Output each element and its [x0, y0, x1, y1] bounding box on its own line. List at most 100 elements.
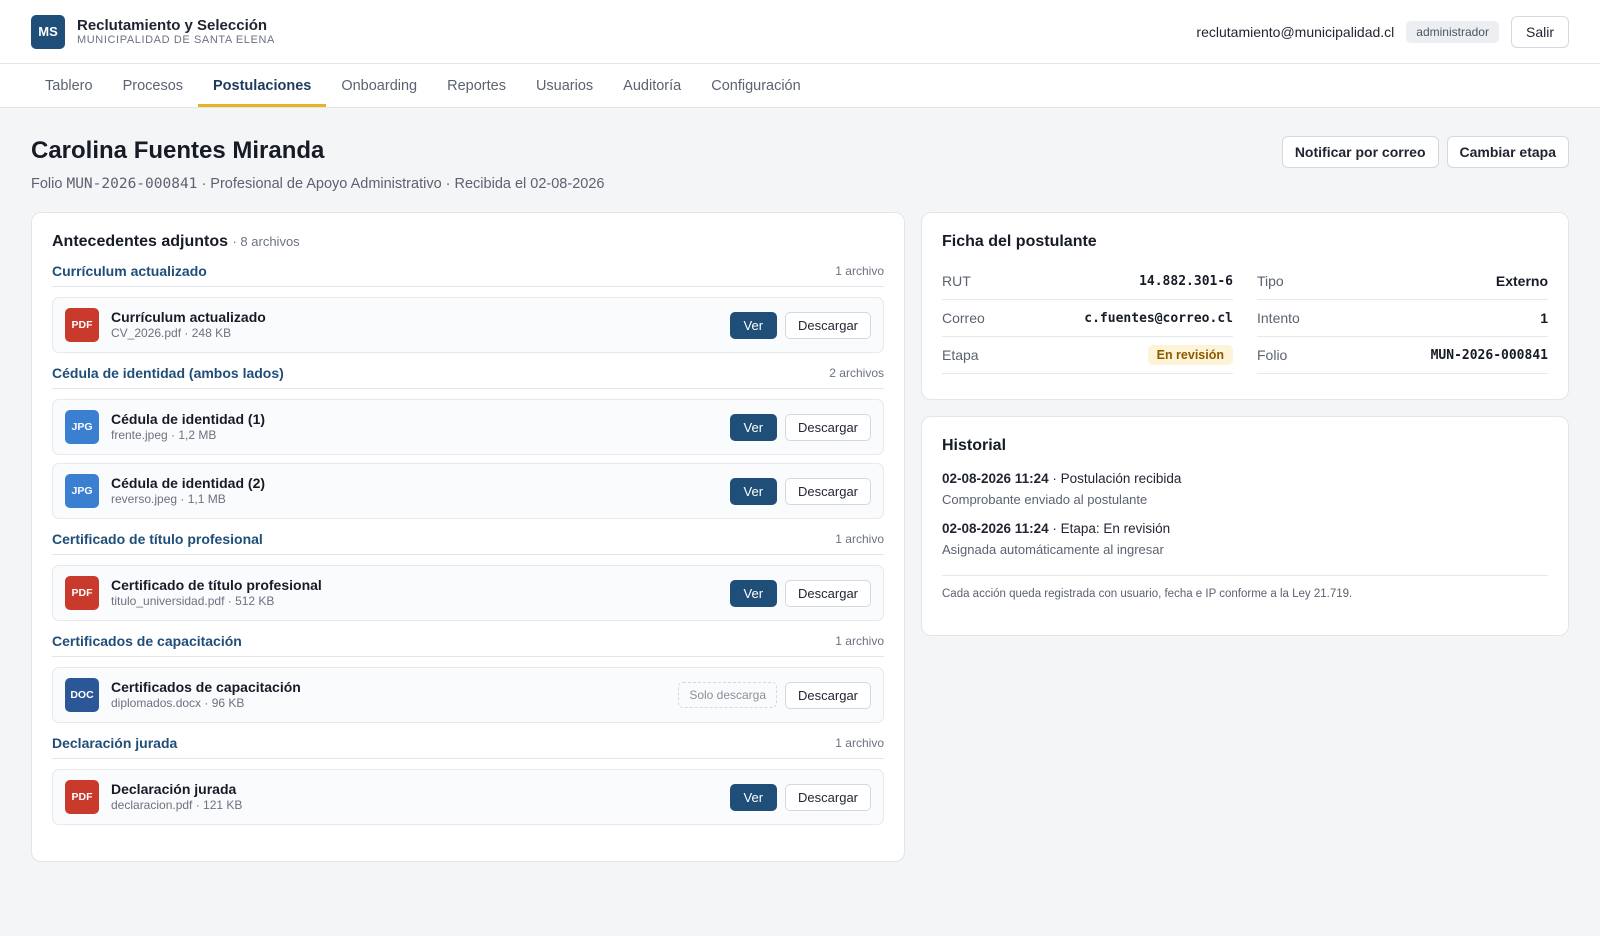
- page-meta: Folio MUN-2026-000841 · Profesional de A…: [31, 176, 604, 192]
- history-item: 02-08-2026 11:24 · Postulación recibida C…: [942, 471, 1548, 507]
- history-title: Historial: [942, 437, 1007, 454]
- history-note: Comprobante enviado al postulante: [942, 492, 1148, 507]
- file-row: PDF Declaración jurada declaracion.pdf · 1…: [52, 769, 884, 825]
- app-subtitle: MUNICIPALIDAD DE SANTA ELENA: [77, 33, 275, 46]
- group-name: Certificados de capacitación: [52, 633, 242, 649]
- folio-row-value: MUN-2026-000841: [1430, 347, 1548, 363]
- file-name: Certificado de título profesional: [111, 577, 322, 593]
- nav-tab-onboarding[interactable]: Onboarding: [326, 67, 432, 107]
- file-actions: Ver Descargar: [729, 477, 871, 505]
- file-name: Certificados de capacitación: [111, 679, 301, 695]
- attachment-group-header: Declaración jurada 1 archivo: [52, 735, 884, 759]
- view-file-button[interactable]: Ver: [729, 579, 778, 607]
- notify-email-button[interactable]: Notificar por correo: [1281, 136, 1439, 168]
- view-file-button[interactable]: Ver: [729, 311, 778, 339]
- doc-file-icon: DOC: [65, 678, 99, 712]
- history-item: 02-08-2026 11:24 · Etapa: En revisión Asi…: [942, 521, 1548, 557]
- file-details: frente.jpeg · 1,2 MB: [111, 428, 217, 442]
- attachment-group-header: Certificados de capacitación 1 archivo: [52, 633, 884, 657]
- rut-value: 14.882.301-6: [1139, 273, 1233, 289]
- file-name: Cédula de identidad (1): [111, 411, 266, 427]
- file-details: declaracion.pdf · 121 KB: [111, 798, 243, 812]
- attempt-label: Intento: [1257, 310, 1300, 326]
- file-row: JPG Cédula de identidad (1) frente.jpeg · …: [52, 399, 884, 455]
- file-details: reverso.jpeg · 1,1 MB: [111, 492, 226, 506]
- file-row: PDF Certificado de título profesional titu…: [52, 565, 884, 621]
- top-bar: MS Reclutamiento y Selección MUNICIPALID…: [0, 0, 1600, 64]
- main-nav: Tablero Procesos Postulaciones Onboarding Re…: [0, 64, 1600, 108]
- file-details: diplomados.docx · 96 KB: [111, 696, 245, 710]
- group-name: Cédula de identidad (ambos lados): [52, 365, 284, 381]
- page-actions: Notificar por correo Cambiar etapa: [1281, 136, 1569, 168]
- stage-badge: En revisión: [1147, 345, 1233, 365]
- attachment-group-header: Currículum actualizado 1 archivo: [52, 263, 884, 287]
- nav-tab-auditoria[interactable]: Auditoría: [608, 67, 696, 107]
- file-details: titulo_universidad.pdf · 512 KB: [111, 594, 275, 608]
- download-file-button[interactable]: Descargar: [785, 413, 871, 441]
- group-count: 1 archivo: [835, 264, 884, 278]
- logout-button[interactable]: Salir: [1510, 15, 1569, 48]
- email-label: Correo: [942, 310, 985, 326]
- history-timestamp: 02-08-2026 11:24: [942, 521, 1049, 536]
- role-badge: administrador: [1406, 20, 1499, 43]
- download-file-button[interactable]: Descargar: [785, 579, 871, 607]
- stage-label: Etapa: [942, 347, 979, 363]
- main-content: Antecedentes adjuntos · 8 archivos Currí…: [0, 212, 1600, 862]
- history-list: 02-08-2026 11:24 · Postulación recibida C…: [942, 471, 1548, 557]
- change-stage-button[interactable]: Cambiar etapa: [1446, 136, 1569, 168]
- attempt-row: Intento 1: [1257, 300, 1548, 337]
- download-file-button[interactable]: Descargar: [785, 477, 871, 505]
- email-row: Correo c.fuentes@correo.cl: [942, 300, 1233, 337]
- stage-row: Etapa En revisión: [942, 337, 1233, 374]
- attachments-title: Antecedentes adjuntos · 8 archivos: [52, 233, 884, 251]
- nav-tab-postulaciones[interactable]: Postulaciones: [198, 67, 327, 107]
- applicant-card: Ficha del postulante RUT 14.882.301-6 Co…: [921, 212, 1569, 400]
- email-value: c.fuentes@correo.cl: [1084, 310, 1233, 326]
- group-count: 2 archivos: [829, 366, 884, 380]
- file-name: Currículum actualizado: [111, 309, 266, 325]
- download-only-badge: Solo descarga: [678, 682, 778, 708]
- history-note: Asignada automáticamente al ingresar: [942, 542, 1164, 557]
- user-area: reclutamiento@municipalidad.cl administr…: [1196, 15, 1569, 48]
- file-actions: Ver Descargar: [729, 311, 871, 339]
- application-meta: · Profesional de Apoyo Administrativo · …: [201, 176, 605, 192]
- right-column: Ficha del postulante RUT 14.882.301-6 Co…: [921, 212, 1569, 862]
- group-name: Currículum actualizado: [52, 263, 207, 279]
- file-row: JPG Cédula de identidad (2) reverso.jpeg ·…: [52, 463, 884, 519]
- history-footer: Cada acción queda registrada con usuario…: [942, 575, 1548, 600]
- download-file-button[interactable]: Descargar: [785, 783, 871, 811]
- nav-tab-procesos[interactable]: Procesos: [108, 67, 198, 107]
- type-value: Externo: [1495, 273, 1548, 289]
- file-row: PDF Currículum actualizado CV_2026.pdf · 2…: [52, 297, 884, 353]
- attachments-heading: Antecedentes adjuntos: [52, 233, 229, 250]
- jpg-file-icon: JPG: [65, 410, 99, 444]
- nav-tab-tablero[interactable]: Tablero: [30, 67, 108, 107]
- group-count: 1 archivo: [835, 634, 884, 648]
- nav-tab-configuracion[interactable]: Configuración: [696, 67, 815, 107]
- rut-row: RUT 14.882.301-6: [942, 263, 1233, 300]
- pdf-file-icon: PDF: [65, 576, 99, 610]
- jpg-file-icon: JPG: [65, 474, 99, 508]
- download-file-button[interactable]: Descargar: [785, 311, 871, 339]
- nav-tab-reportes[interactable]: Reportes: [432, 67, 521, 107]
- attachment-groups: Currículum actualizado 1 archivo PDF Curríc…: [52, 263, 884, 825]
- folio-row: Folio MUN-2026-000841: [1257, 337, 1548, 374]
- rut-label: RUT: [942, 273, 971, 289]
- view-file-button[interactable]: Ver: [729, 783, 778, 811]
- view-file-button[interactable]: Ver: [729, 477, 778, 505]
- view-file-button[interactable]: Ver: [729, 413, 778, 441]
- attachment-group-header: Certificado de título profesional 1 archi…: [52, 531, 884, 555]
- attempt-value: 1: [1540, 310, 1548, 326]
- file-details: CV_2026.pdf · 248 KB: [111, 326, 232, 340]
- folio-row-label: Folio: [1257, 347, 1288, 363]
- folio-code: MUN-2026-000841: [66, 176, 198, 192]
- attachments-count: · 8 archivos: [232, 234, 300, 249]
- file-name: Cédula de identidad (2): [111, 475, 266, 491]
- nav-tab-usuarios[interactable]: Usuarios: [521, 67, 608, 107]
- pdf-file-icon: PDF: [65, 780, 99, 814]
- download-file-button[interactable]: Descargar: [785, 681, 871, 709]
- page-title: Carolina Fuentes Miranda: [31, 137, 325, 164]
- file-actions: Solo descarga Descargar: [678, 681, 871, 709]
- history-card: Historial 02-08-2026 11:24 · Postulación…: [921, 416, 1569, 636]
- file-name: Declaración jurada: [111, 781, 237, 797]
